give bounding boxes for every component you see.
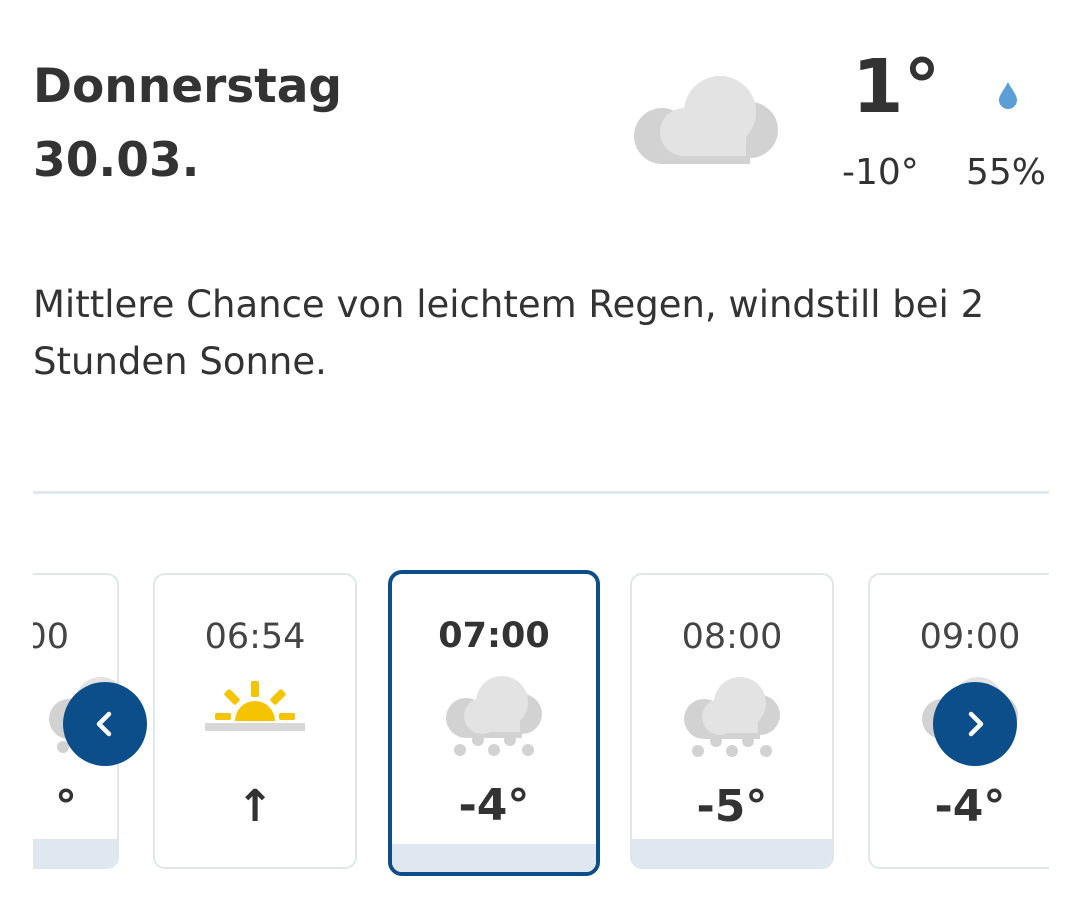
hour-time: 07:00	[438, 616, 550, 656]
hour-temp: -5°	[696, 781, 768, 832]
prev-button[interactable]	[63, 682, 147, 766]
cloud-snow-icon	[684, 677, 780, 757]
hour-card-selected[interactable]: 07:00 -4°	[388, 570, 600, 876]
weather-description: Mittlere Chance von leichtem Regen, wind…	[33, 283, 985, 383]
raindrop-icon	[999, 82, 1017, 109]
hour-temp: -4°	[934, 781, 1006, 832]
hour-time: 08:00	[681, 617, 783, 657]
sunrise-arrow: ↑	[236, 781, 274, 832]
date: 30.03.	[33, 133, 200, 188]
hourly-strip[interactable]: 00 ° 06:54 ↑ 07:00	[33, 570, 1049, 880]
cloud-icon	[634, 76, 778, 164]
hour-time: 09:00	[919, 617, 1021, 657]
temp-max: 1°	[852, 44, 941, 130]
hour-temp: -4°	[458, 780, 530, 831]
hour-card[interactable]: 06:54 ↑	[153, 573, 357, 869]
sunrise-icon	[205, 681, 305, 731]
next-button[interactable]	[933, 682, 1017, 766]
cloud-snow-icon	[446, 676, 542, 756]
hour-bar	[33, 839, 117, 867]
hour-bar	[392, 844, 596, 872]
chevron-right-icon	[968, 711, 984, 737]
hour-bar	[632, 839, 832, 867]
hour-card[interactable]: 08:00 -5°	[630, 573, 834, 869]
hour-time: 06:54	[204, 617, 306, 657]
precip-chance: 55%	[966, 152, 1047, 193]
chevron-left-icon	[96, 711, 112, 737]
temp-min: -10°	[842, 152, 919, 193]
divider	[33, 491, 1049, 494]
hour-time: 00	[33, 617, 69, 657]
hour-temp: °	[55, 781, 77, 832]
day-name: Donnerstag	[33, 59, 343, 114]
